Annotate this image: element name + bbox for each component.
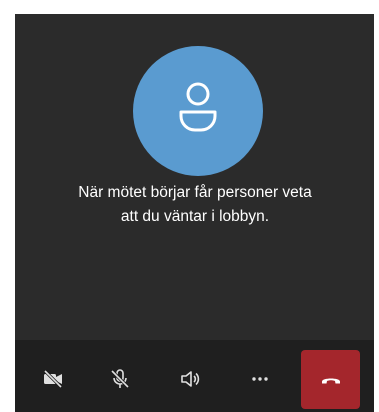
speaker-button[interactable] <box>161 350 219 408</box>
person-icon <box>179 82 217 132</box>
avatar <box>133 46 263 176</box>
call-window: När mötet börjar får personer veta att d… <box>15 14 374 412</box>
mic-off-icon <box>110 369 130 389</box>
hang-up-button[interactable] <box>301 350 360 409</box>
hang-up-icon <box>321 378 340 383</box>
lobby-message: När mötet börjar får personer veta att d… <box>21 181 369 229</box>
camera-off-icon <box>43 369 63 389</box>
more-icon <box>252 377 268 381</box>
lobby-message-line1: När mötet börjar får personer veta <box>78 184 312 201</box>
mic-toggle-button[interactable] <box>91 350 149 408</box>
more-options-button[interactable] <box>231 350 289 408</box>
lobby-message-line2: att du väntar i lobbyn. <box>120 208 270 225</box>
call-controls-bar <box>15 340 374 412</box>
camera-toggle-button[interactable] <box>24 350 82 408</box>
speaker-icon <box>181 371 200 387</box>
